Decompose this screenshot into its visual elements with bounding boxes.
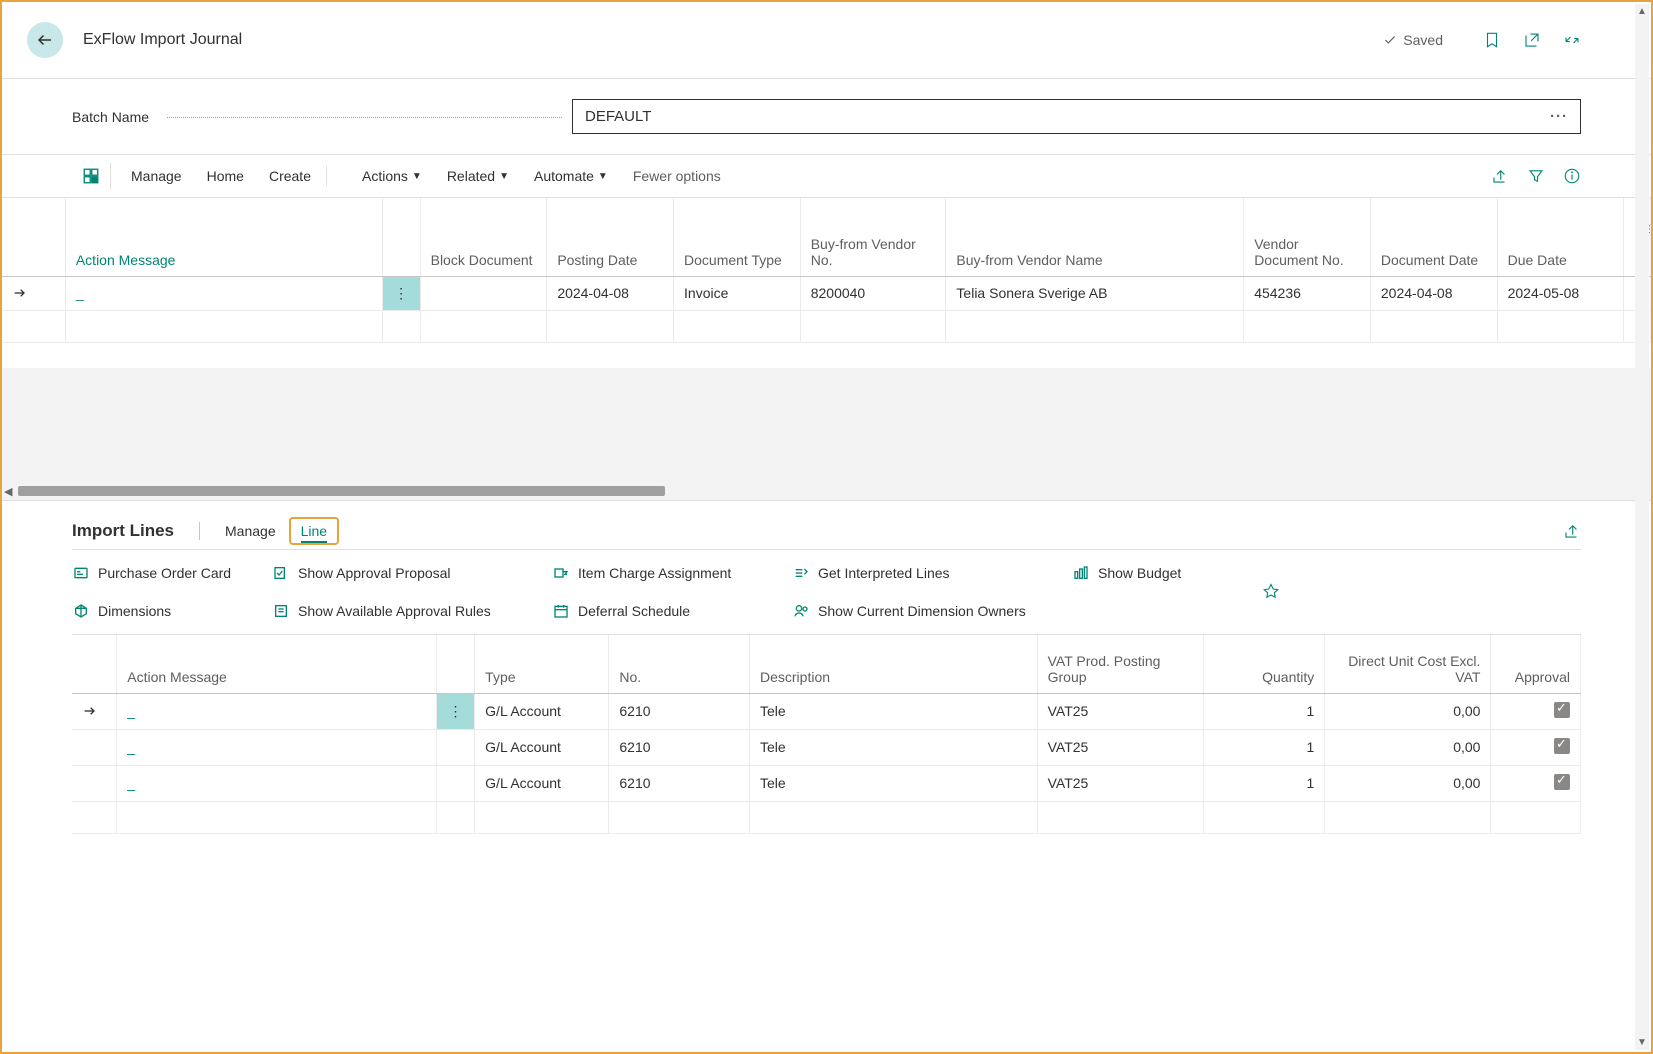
owners-icon <box>792 603 810 619</box>
col-buy-from-vendor-name[interactable]: Buy-from Vendor Name <box>946 198 1244 276</box>
list-item[interactable]: _ G/L Account 6210 Tele VAT25 1 0,00 <box>72 729 1581 765</box>
col-vendor-document-no[interactable]: Vendor Document No. <box>1244 198 1371 276</box>
table-row[interactable]: _ ⋮ 2024-04-08 Invoice 8200040 Telia Son… <box>2 276 1651 310</box>
action-deferral-schedule[interactable]: Deferral Schedule <box>552 603 792 619</box>
charge-icon <box>552 565 570 581</box>
import-lines-line-tab[interactable]: Line <box>301 523 327 543</box>
pin-icon[interactable] <box>1262 583 1302 601</box>
budget-icon <box>1072 565 1090 581</box>
action-get-interpreted-lines[interactable]: Get Interpreted Lines <box>792 565 1072 581</box>
col-il-action-message[interactable]: Action Message <box>117 635 437 693</box>
arrow-right-icon <box>82 703 98 719</box>
scrollbar-thumb[interactable] <box>18 486 665 496</box>
col-document-date[interactable]: Document Date <box>1370 198 1497 276</box>
share-icon[interactable] <box>1563 522 1581 540</box>
row-selector-arrow[interactable] <box>2 276 65 310</box>
col-il-approval[interactable]: Approval <box>1491 635 1581 693</box>
scroll-down-arrow[interactable]: ▼ <box>1637 1037 1647 1048</box>
chevron-down-icon: ▼ <box>412 171 422 182</box>
action-purchase-order-card[interactable]: Purchase Order Card <box>72 565 272 581</box>
action-show-current-dimension-owners[interactable]: Show Current Dimension Owners <box>792 603 1072 619</box>
share-icon[interactable] <box>1491 167 1509 185</box>
horizontal-scrollbar[interactable]: ◀ ▶ <box>2 483 1651 500</box>
batch-lookup-icon[interactable]: ··· <box>1550 108 1568 125</box>
col-il-direct-unit-cost[interactable]: Direct Unit Cost Excl. VAT <box>1325 635 1491 693</box>
grid-view-icon[interactable] <box>72 163 111 189</box>
open-new-window-icon[interactable] <box>1523 31 1541 49</box>
dimensions-icon <box>72 603 90 619</box>
toolbar-create[interactable]: Create <box>269 168 311 184</box>
batch-name-input[interactable]: DEFAULT ··· <box>572 99 1581 134</box>
approval-icon <box>272 565 290 581</box>
saved-indicator: Saved <box>1383 32 1443 48</box>
check-icon <box>1383 33 1397 47</box>
col-document-type[interactable]: Document Type <box>674 198 801 276</box>
action-dimensions[interactable]: Dimensions <box>72 603 272 619</box>
table-empty-area <box>2 368 1651 483</box>
page-title: ExFlow Import Journal <box>83 31 242 49</box>
collapse-icon[interactable] <box>1563 31 1581 49</box>
action-show-available-approval-rules[interactable]: Show Available Approval Rules <box>272 603 552 619</box>
line-tab-highlight: Line <box>289 517 339 545</box>
list-item[interactable]: _ ⋮ G/L Account 6210 Tele VAT25 1 0,00 <box>72 693 1581 729</box>
list-item[interactable]: _ G/L Account 6210 Tele VAT25 1 0,00 <box>72 765 1581 801</box>
row-selector-arrow[interactable] <box>72 693 117 729</box>
chevron-down-icon: ▼ <box>499 171 509 182</box>
approval-checkbox[interactable] <box>1554 702 1570 718</box>
toolbar-fewer-options[interactable]: Fewer options <box>633 168 721 184</box>
col-action-message[interactable]: Action Message <box>65 198 382 276</box>
col-il-quantity[interactable]: Quantity <box>1203 635 1324 693</box>
approval-checkbox[interactable] <box>1554 774 1570 790</box>
row-menu-button[interactable]: ⋮ <box>382 276 420 310</box>
toolbar-related[interactable]: Related ▼ <box>447 168 509 184</box>
import-lines-title: Import Lines <box>72 521 174 541</box>
arrow-left-icon <box>36 31 54 49</box>
toolbar-actions[interactable]: Actions ▼ <box>362 168 422 184</box>
import-lines-table: Action Message Type No. Description VAT … <box>72 635 1581 834</box>
vertical-scrollbar[interactable]: ▲ ▼ <box>1635 4 1649 1050</box>
col-il-description[interactable]: Description <box>750 635 1038 693</box>
action-show-budget[interactable]: Show Budget <box>1072 565 1262 581</box>
row-menu-button[interactable] <box>436 729 474 765</box>
arrow-right-icon <box>12 285 28 301</box>
bookmark-icon[interactable] <box>1483 31 1501 49</box>
info-icon[interactable] <box>1563 167 1581 185</box>
list-item-empty[interactable] <box>72 801 1581 833</box>
calendar-icon <box>552 603 570 619</box>
toolbar-automate[interactable]: Automate ▼ <box>534 168 608 184</box>
col-buy-from-vendor-no[interactable]: Buy-from Vendor No. <box>800 198 946 276</box>
action-show-approval-proposal[interactable]: Show Approval Proposal <box>272 565 552 581</box>
row-menu-button[interactable] <box>436 765 474 801</box>
approval-checkbox[interactable] <box>1554 738 1570 754</box>
lines-icon <box>792 565 810 581</box>
toolbar-home[interactable]: Home <box>207 168 244 184</box>
batch-name-label: Batch Name <box>72 109 572 125</box>
col-il-no[interactable]: No. <box>609 635 750 693</box>
col-il-type[interactable]: Type <box>475 635 609 693</box>
table-row-empty[interactable] <box>2 310 1651 342</box>
col-due-date[interactable]: Due Date <box>1497 198 1624 276</box>
main-invoice-table: Action Message Block Document Posting Da… <box>2 198 1651 343</box>
row-menu-button[interactable]: ⋮ <box>436 693 474 729</box>
back-button[interactable] <box>27 22 63 58</box>
toolbar-manage[interactable]: Manage <box>131 168 182 184</box>
card-icon <box>72 565 90 581</box>
import-lines-manage-tab[interactable]: Manage <box>225 523 276 539</box>
action-item-charge-assignment[interactable]: Item Charge Assignment <box>552 565 792 581</box>
col-il-vat[interactable]: VAT Prod. Posting Group <box>1037 635 1203 693</box>
filter-icon[interactable] <box>1527 167 1545 185</box>
col-posting-date[interactable]: Posting Date <box>547 198 674 276</box>
scroll-left-arrow[interactable]: ◀ <box>4 485 12 498</box>
rules-icon <box>272 603 290 619</box>
col-block-document[interactable]: Block Document <box>420 198 547 276</box>
scroll-up-arrow[interactable]: ▲ <box>1637 6 1647 17</box>
chevron-down-icon: ▼ <box>598 171 608 182</box>
